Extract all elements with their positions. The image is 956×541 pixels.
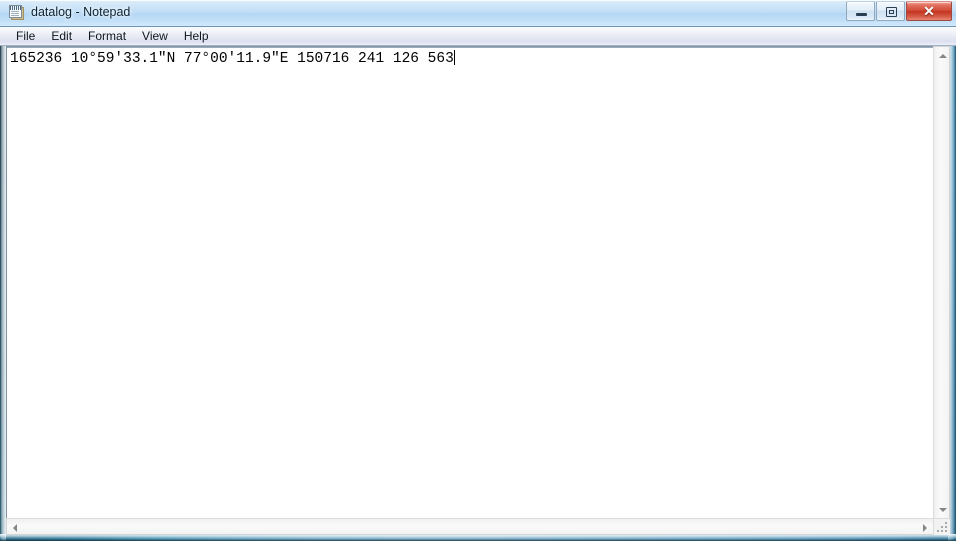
scroll-down-arrow-icon[interactable] <box>939 508 947 512</box>
window-controls: ✕ <box>845 1 952 23</box>
window-frame-bottom-edge <box>0 534 956 541</box>
close-icon: ✕ <box>923 3 935 19</box>
scroll-left-arrow-icon[interactable] <box>13 524 17 532</box>
minimize-button[interactable] <box>846 1 875 21</box>
client-area: 165236 10°59'33.1"N 77°00'11.9"E 150716 … <box>6 46 950 535</box>
text-editor-area[interactable]: 165236 10°59'33.1"N 77°00'11.9"E 150716 … <box>6 46 934 519</box>
maximize-icon-inner <box>889 10 894 14</box>
text-content-line: 165236 10°59'33.1"N 77°00'11.9"E 150716 … <box>10 50 455 68</box>
window-title: datalog - Notepad <box>31 5 131 19</box>
text-caret <box>453 50 455 65</box>
menu-item-file[interactable]: File <box>8 27 43 46</box>
menu-item-format[interactable]: Format <box>80 27 134 46</box>
resize-grip-icon[interactable] <box>936 521 948 533</box>
scroll-up-arrow-icon[interactable] <box>939 54 947 58</box>
notepad-icon <box>8 4 25 21</box>
close-button[interactable]: ✕ <box>906 1 952 21</box>
horizontal-scrollbar[interactable] <box>6 518 934 535</box>
maximize-button[interactable] <box>876 1 905 21</box>
menu-bar: File Edit Format View Help <box>0 27 956 46</box>
text-line-1: 165236 10°59'33.1"N 77°00'11.9"E 150716 … <box>10 51 454 67</box>
scrollbar-corner <box>933 518 950 535</box>
scroll-right-arrow-icon[interactable] <box>923 524 927 532</box>
menu-item-view[interactable]: View <box>134 27 176 46</box>
title-bar[interactable]: datalog - Notepad ✕ <box>0 0 956 27</box>
menu-item-edit[interactable]: Edit <box>43 27 80 46</box>
notepad-window: datalog - Notepad ✕ File Edit Format Vie… <box>0 0 956 541</box>
vertical-scrollbar[interactable] <box>933 46 950 519</box>
minimize-icon <box>856 13 867 16</box>
menu-item-help[interactable]: Help <box>176 27 217 46</box>
